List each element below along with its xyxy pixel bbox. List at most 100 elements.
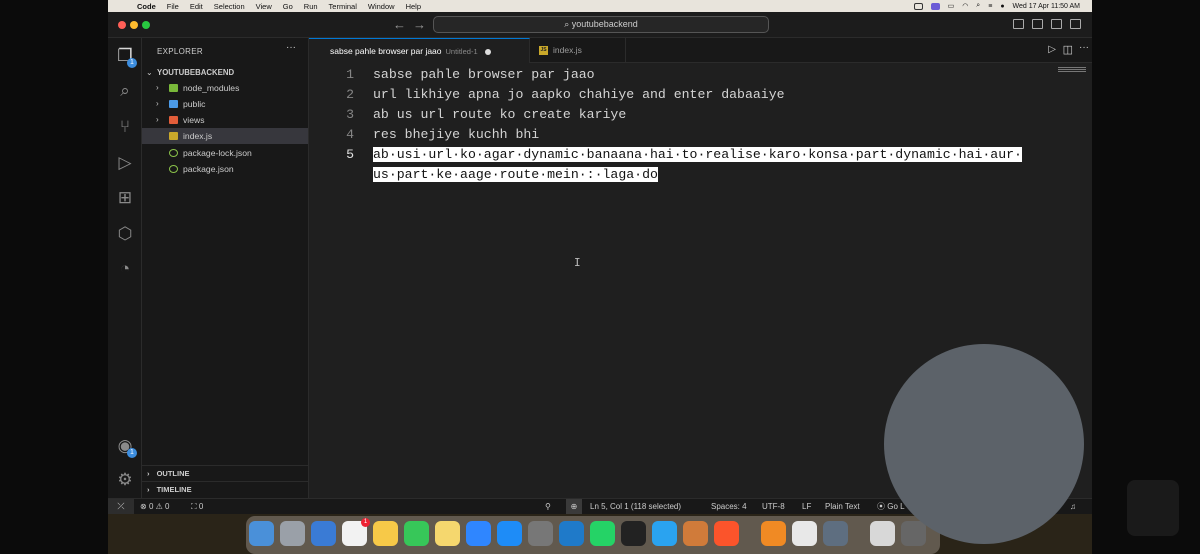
code-line: url likhiye apna jo aapko chahiye and en… xyxy=(373,87,785,102)
remote-explorer-icon[interactable]: ⬡ xyxy=(115,224,135,244)
pen-tool-icon[interactable] xyxy=(621,521,646,546)
back-arrow-icon[interactable]: ← xyxy=(393,17,406,32)
finder-icon[interactable] xyxy=(249,521,274,546)
trash-icon[interactable] xyxy=(901,521,926,546)
outline-label: OUTLINE xyxy=(156,469,190,478)
testflight-icon[interactable] xyxy=(311,521,336,546)
facetime-icon[interactable] xyxy=(404,521,429,546)
folder-icon xyxy=(169,100,178,108)
explorer-icon[interactable]: ❐ 1 xyxy=(115,46,137,68)
menu-go[interactable]: Go xyxy=(283,2,293,11)
pin-icon[interactable]: ⚲ xyxy=(545,499,551,514)
app-store-icon[interactable] xyxy=(497,521,522,546)
zoom-icon[interactable]: ⊕ xyxy=(566,499,582,514)
control-center-icon[interactable]: ≡ xyxy=(988,3,992,10)
text-cursor-icon: I xyxy=(574,256,581,269)
vscode-icon[interactable] xyxy=(559,521,584,546)
accounts-icon[interactable]: ◉ 1 xyxy=(115,436,137,458)
line-number: 2 xyxy=(346,87,354,102)
language-mode[interactable]: Plain Text xyxy=(825,499,860,514)
tree-item-views[interactable]: › views xyxy=(142,112,308,128)
indentation[interactable]: Spaces: 4 xyxy=(711,499,747,514)
settings-gear-icon[interactable]: ⚙ xyxy=(115,470,135,490)
remote-indicator-icon[interactable]: ⤫ xyxy=(108,499,134,514)
more-actions-icon[interactable]: ··· xyxy=(1079,42,1089,53)
problems-indicator[interactable]: ⊗ 0 ⚠ 0 xyxy=(140,499,169,514)
whatsapp-icon[interactable] xyxy=(590,521,615,546)
line-number: 5 xyxy=(346,147,354,162)
run-icon[interactable]: ▷ xyxy=(1048,44,1056,55)
run-debug-icon[interactable]: ▷ xyxy=(115,153,135,173)
menu-file[interactable]: File xyxy=(167,2,179,11)
broadcast-icon: ⦿ xyxy=(877,502,888,511)
vlc-icon[interactable] xyxy=(761,521,786,546)
menu-selection[interactable]: Selection xyxy=(214,2,245,11)
encoding[interactable]: UTF-8 xyxy=(762,499,785,514)
wifi-icon[interactable]: ◠ xyxy=(962,2,968,10)
tree-item-package-lock[interactable]: package-lock.json xyxy=(142,145,308,161)
notifications-bell-icon[interactable]: ♫ xyxy=(1070,499,1076,514)
cursor-position[interactable]: Ln 5, Col 1 (118 selected) xyxy=(590,499,681,514)
photos-icon[interactable] xyxy=(373,521,398,546)
end-of-line[interactable]: LF xyxy=(802,499,811,514)
channel-mascot-logo xyxy=(1127,480,1179,536)
source-control-icon[interactable]: ⑂ xyxy=(115,117,135,137)
tree-item-package-json[interactable]: package.json xyxy=(142,161,308,177)
tree-item-public[interactable]: › public xyxy=(142,96,308,112)
menu-help[interactable]: Help xyxy=(406,2,421,11)
screen-record-icon[interactable] xyxy=(913,2,923,10)
activity-monitor-icon[interactable] xyxy=(823,521,848,546)
folder-root[interactable]: ⌄ YOUTUBEBACKEND xyxy=(142,65,308,81)
go-live-button[interactable]: ⦿ Go L xyxy=(877,499,905,514)
document-icon[interactable] xyxy=(870,521,895,546)
display-icon[interactable] xyxy=(930,2,940,10)
unsaved-dot-icon[interactable] xyxy=(484,48,491,55)
forward-arrow-icon[interactable]: → xyxy=(413,17,426,32)
battery-icon[interactable]: ▭ xyxy=(948,2,955,10)
split-editor-icon[interactable]: ◫ xyxy=(1063,43,1073,56)
safari-icon[interactable] xyxy=(652,521,677,546)
chatgpt-icon[interactable] xyxy=(528,521,553,546)
git-graph-icon[interactable]: ◔ xyxy=(115,259,135,279)
more-actions-icon[interactable]: ··· xyxy=(286,42,296,53)
maximize-window-button[interactable] xyxy=(142,21,150,29)
notes-icon[interactable] xyxy=(435,521,460,546)
tab-untitled-1[interactable]: sabse pahle browser par jaao Untitled-1 xyxy=(309,38,530,63)
folder-icon xyxy=(169,116,178,124)
minimize-window-button[interactable] xyxy=(130,21,138,29)
menubar-clock[interactable]: Wed 17 Apr 11:50 AM xyxy=(1013,3,1080,10)
reminders-icon[interactable]: 1 xyxy=(342,518,370,546)
close-window-button[interactable] xyxy=(118,21,126,29)
chrome-icon[interactable] xyxy=(792,521,817,546)
menu-run[interactable]: Run xyxy=(304,2,318,11)
menu-terminal[interactable]: Terminal xyxy=(329,2,357,11)
brave-icon[interactable] xyxy=(714,521,739,546)
toggle-primary-sidebar-icon[interactable] xyxy=(1013,19,1024,29)
tab-index-js[interactable]: JS index.js xyxy=(530,38,626,63)
launchpad-icon[interactable] xyxy=(280,521,305,546)
command-center-search[interactable]: ⌕ youtubebackend xyxy=(433,16,769,33)
customize-layout-icon[interactable] xyxy=(1070,19,1081,29)
keynote-icon[interactable] xyxy=(466,521,491,546)
toggle-panel-icon[interactable] xyxy=(1032,19,1043,29)
menu-window[interactable]: Window xyxy=(368,2,395,11)
search-icon[interactable]: ⌕ xyxy=(115,81,135,101)
extensions-icon[interactable]: ⊞ xyxy=(115,188,135,208)
search-spotlight-icon[interactable]: ⌕ xyxy=(976,2,980,10)
chevron-right-icon: › xyxy=(147,485,150,494)
minimap[interactable] xyxy=(1058,67,1086,73)
menu-edit[interactable]: Edit xyxy=(190,2,203,11)
menu-app-code[interactable]: Code xyxy=(137,2,156,11)
siri-icon[interactable]: ● xyxy=(1000,3,1004,10)
outline-section[interactable]: › OUTLINE xyxy=(142,465,308,481)
tree-item-index-js[interactable]: index.js xyxy=(142,128,308,144)
ports-icon: ⛶ xyxy=(191,502,199,511)
color-picker-icon[interactable] xyxy=(683,521,708,546)
tab-label: sabse pahle browser par jaao xyxy=(330,46,442,56)
toggle-secondary-sidebar-icon[interactable] xyxy=(1051,19,1062,29)
ports-indicator[interactable]: ⛶ 0 xyxy=(191,499,203,514)
js-file-icon xyxy=(169,132,178,140)
tree-item-node-modules[interactable]: › node_modules xyxy=(142,80,308,96)
menu-view[interactable]: View xyxy=(256,2,272,11)
timeline-section[interactable]: › TIMELINE xyxy=(142,481,308,497)
